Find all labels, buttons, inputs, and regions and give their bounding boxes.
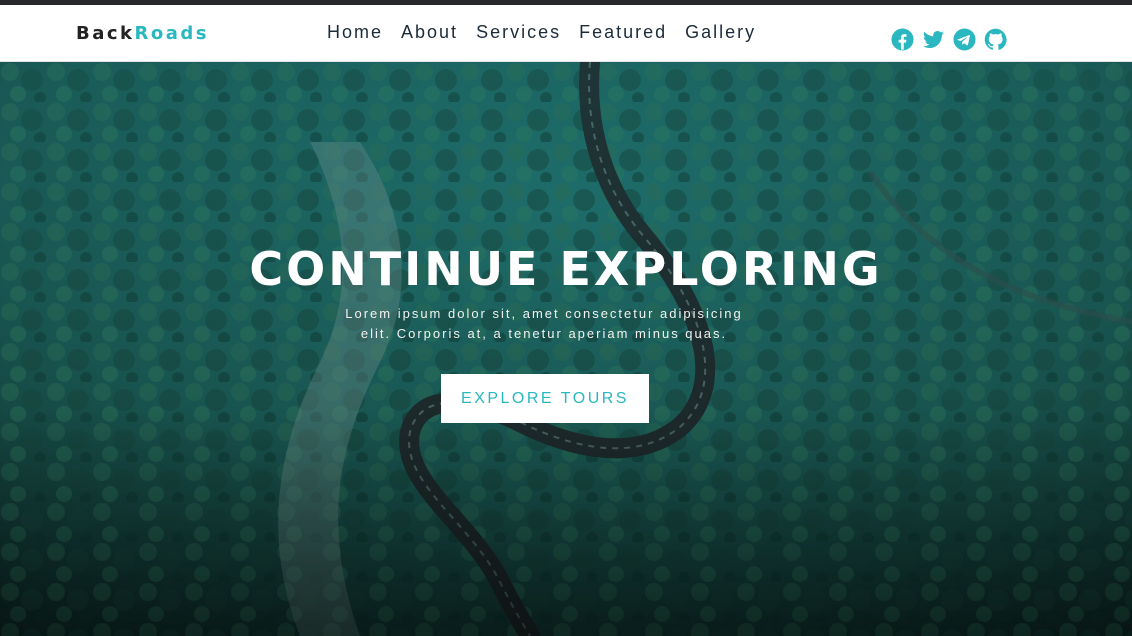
brand-logo-part-back: Back (76, 23, 135, 44)
hero-title: CONTINUE EXPLORING (249, 242, 883, 296)
nav-item-about: About (401, 20, 458, 44)
nav-link-about[interactable]: About (401, 20, 458, 44)
hero-description: Lorem ipsum dolor sit, amet consectetur … (345, 306, 743, 341)
nav-link-home[interactable]: Home (327, 20, 383, 44)
nav-item-home: Home (327, 20, 383, 44)
github-icon[interactable] (984, 28, 1007, 51)
nav-item-featured: Featured (579, 20, 667, 44)
nav-link-services[interactable]: Services (476, 20, 561, 44)
telegram-icon[interactable] (953, 28, 976, 51)
facebook-icon[interactable] (891, 28, 914, 51)
social-links (891, 28, 1007, 51)
brand-logo[interactable]: BackRoads (76, 22, 209, 46)
navbar: BackRoads Home About Services Featured G… (0, 5, 1132, 62)
nav-link-gallery[interactable]: Gallery (685, 20, 756, 44)
nav-links: Home About Services Featured Gallery (327, 20, 756, 44)
nav-item-gallery: Gallery (685, 20, 756, 44)
nav-link-featured[interactable]: Featured (579, 20, 667, 44)
hero-overlay (0, 62, 1132, 636)
twitter-icon[interactable] (922, 28, 945, 51)
explore-tours-button[interactable]: EXPLORE TOURS (441, 374, 649, 423)
hero-section: CONTINUE EXPLORING Lorem ipsum dolor sit… (0, 62, 1132, 636)
nav-item-services: Services (476, 20, 561, 44)
brand-logo-part-roads: Roads (134, 23, 209, 44)
